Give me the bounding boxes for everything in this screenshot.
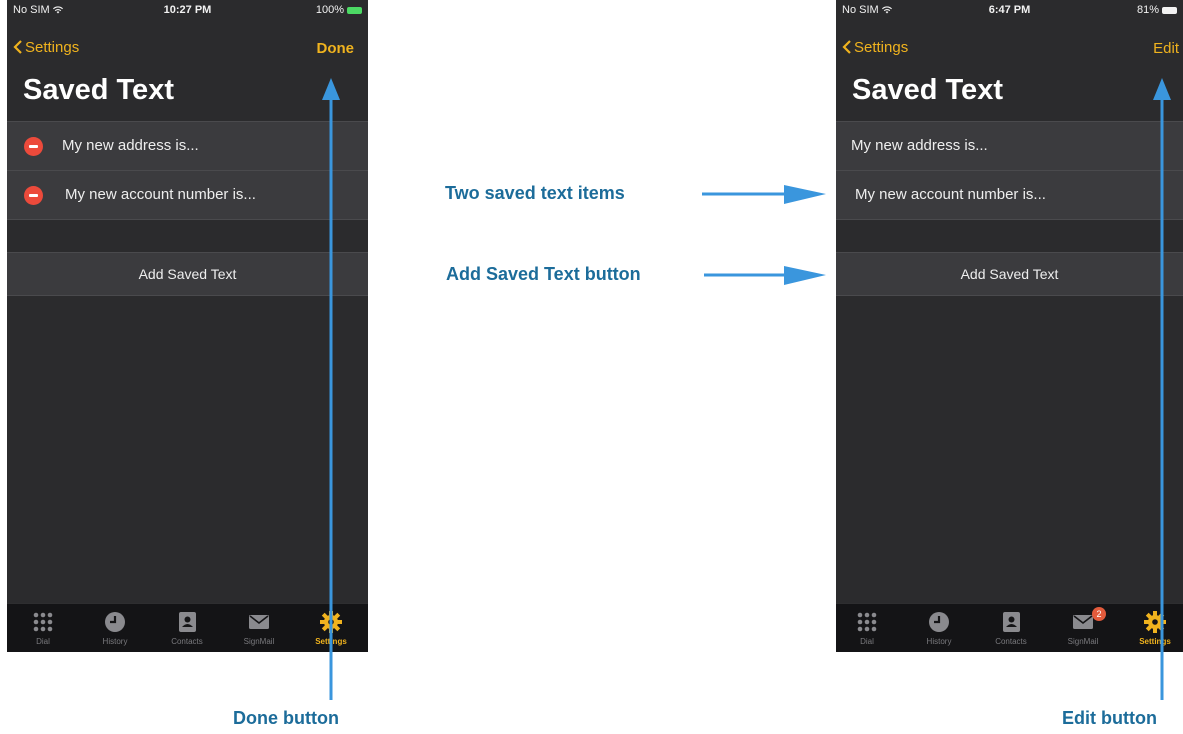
annotation-arrows	[322, 78, 1171, 700]
arrowhead-edit	[1153, 78, 1171, 100]
callout-done-button: Done button	[233, 708, 339, 728]
arrowhead-items	[784, 185, 826, 204]
callout-add-button: Add Saved Text button	[446, 264, 641, 284]
callout-saved-items: Two saved text items	[445, 183, 625, 203]
arrowhead-add	[784, 266, 826, 285]
callout-edit-button: Edit button	[1062, 708, 1157, 728]
arrowhead-done	[322, 78, 340, 100]
